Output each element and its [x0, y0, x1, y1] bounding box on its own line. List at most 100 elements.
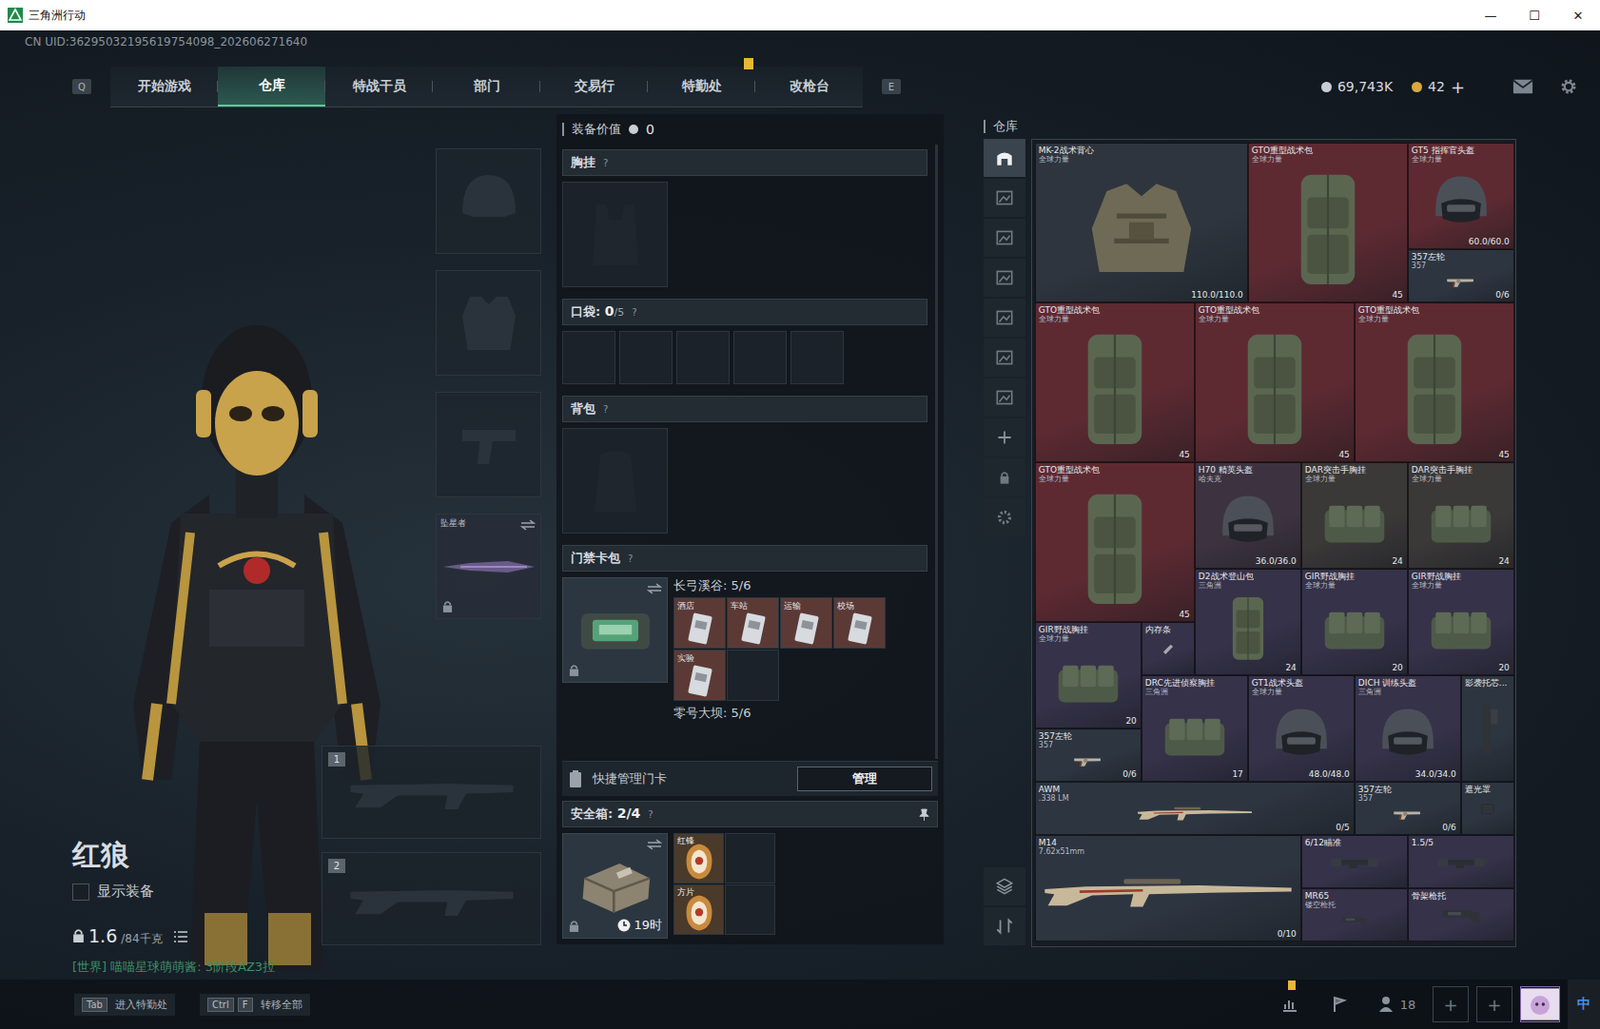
safebox-item[interactable]: 方片 — [673, 884, 724, 936]
warehouse-item[interactable]: GIR野战胸挂全球力量20 — [1301, 568, 1408, 676]
warehouse-tab[interactable] — [983, 298, 1026, 337]
warehouse-item[interactable]: DICH 训练头盔三角洲34.0/34.0 — [1354, 675, 1462, 782]
warehouse-item[interactable]: 357左轮3570/6 — [1407, 249, 1515, 303]
safebox-case[interactable]: 19时 — [562, 833, 668, 939]
warehouse-tab[interactable] — [983, 498, 1026, 537]
list-icon[interactable] — [174, 931, 188, 943]
nav-tab[interactable]: 仓库 — [217, 66, 326, 107]
equipment-slot[interactable] — [435, 148, 542, 254]
warehouse-item[interactable]: M147.62x51mm0/10 — [1034, 835, 1302, 942]
keycard[interactable]: 车站 — [726, 597, 780, 649]
window-control-button[interactable]: — — [1468, 0, 1513, 31]
keycard[interactable] — [726, 649, 780, 702]
warehouse-item[interactable]: MR65镂空枪托 — [1301, 888, 1408, 942]
weapon-slot[interactable]: 2 — [321, 852, 542, 946]
window-control-button[interactable]: ☐ — [1512, 0, 1557, 31]
backpack-slot[interactable] — [562, 428, 668, 534]
equipment-slot[interactable] — [435, 270, 542, 376]
sort-button[interactable] — [983, 907, 1026, 946]
sort-icon — [994, 916, 1015, 937]
add-party-slot[interactable]: + — [1476, 986, 1513, 1023]
warehouse-tab[interactable] — [983, 138, 1026, 177]
pocket-slot[interactable] — [619, 331, 673, 385]
warehouse-item[interactable]: GIR野战胸挂全球力量20 — [1407, 568, 1515, 676]
keycard[interactable]: 运输 — [780, 597, 833, 649]
warehouse-tab[interactable] — [983, 458, 1026, 497]
warehouse-tab[interactable] — [983, 338, 1026, 377]
show-equipment-toggle[interactable]: 显示装备 — [72, 882, 275, 901]
warehouse-item[interactable]: 遮光罩 — [1461, 781, 1515, 836]
warehouse-tab[interactable] — [983, 218, 1026, 257]
warehouse-tab[interactable] — [983, 378, 1026, 417]
warehouse-tab[interactable] — [983, 178, 1026, 217]
safebox-item[interactable] — [724, 884, 776, 936]
weapon-slot[interactable]: 1 — [321, 745, 542, 840]
nav-prev-key[interactable]: Q — [72, 78, 92, 95]
warehouse-item[interactable]: DAR突击手胸挂全球力量24 — [1301, 462, 1408, 569]
keycard[interactable]: 校场 — [833, 597, 886, 649]
nav-tab[interactable]: 特勤处 — [647, 66, 756, 107]
warehouse-item[interactable]: GTO重型战术包全球力量45 — [1194, 302, 1355, 463]
nav-tab[interactable]: 交易行 — [540, 66, 648, 107]
chest-rig-slot[interactable] — [562, 181, 668, 288]
key-hint[interactable]: CtrlF转移全部 — [199, 994, 311, 1016]
warehouse-item[interactable]: 357左轮3570/6 — [1034, 728, 1142, 782]
nav-tab[interactable]: 特战干员 — [325, 66, 433, 107]
warehouse-item[interactable]: 6/12瞄准 — [1301, 835, 1408, 889]
pocket-slot[interactable] — [790, 331, 844, 385]
add-party-slot[interactable]: + — [1432, 986, 1469, 1023]
manage-button[interactable]: 管理 — [797, 766, 933, 792]
warehouse-item[interactable]: GTO重型战术包全球力量45 — [1354, 302, 1515, 463]
swap-icon[interactable] — [646, 583, 663, 595]
pocket-slot[interactable] — [562, 331, 616, 385]
warehouse-item[interactable]: 357左轮3570/6 — [1354, 781, 1462, 836]
player-avatar[interactable] — [1520, 986, 1561, 1023]
stats-button[interactable] — [1268, 988, 1311, 1021]
ime-indicator[interactable]: 中 — [1577, 995, 1591, 1014]
warehouse-item[interactable]: DRC先进侦察胸挂三角洲17 — [1141, 675, 1249, 782]
key-hint[interactable]: Tab进入特勤处 — [74, 994, 176, 1016]
swap-icon[interactable] — [520, 519, 536, 531]
flag-button[interactable] — [1318, 988, 1361, 1021]
friends-button[interactable]: 18 — [1367, 988, 1425, 1021]
stack-button[interactable] — [983, 867, 1026, 906]
warehouse-item[interactable]: GIR野战胸挂全球力量20 — [1034, 622, 1142, 729]
equipment-slot[interactable]: 坠星者 — [435, 513, 542, 620]
warehouse-item[interactable]: GTO重型战术包全球力量45 — [1034, 462, 1195, 623]
warehouse-tab[interactable] — [983, 418, 1026, 457]
warehouse-item[interactable]: GTO重型战术包全球力量45 — [1034, 302, 1195, 463]
nav-tab[interactable]: 部门 — [432, 66, 541, 107]
keycard[interactable]: 实验 — [673, 649, 726, 702]
stock-icon — [1408, 900, 1514, 941]
settings-gear-icon[interactable] — [1558, 77, 1580, 97]
add-currency-button[interactable]: + — [1450, 77, 1465, 98]
keycard[interactable]: 酒店 — [673, 597, 726, 649]
nav-tab[interactable]: 开始游戏 — [110, 66, 218, 107]
safebox-item[interactable]: 红锋 — [673, 833, 724, 884]
warehouse-item[interactable]: MK-2战术背心全球力量110.0/110.0 — [1034, 142, 1249, 303]
warehouse-item[interactable]: AWM.338 LM0/5 — [1034, 781, 1355, 836]
swap-icon[interactable] — [646, 839, 663, 851]
warehouse-item[interactable]: GTO重型战术包全球力量45 — [1248, 142, 1408, 303]
warehouse-item[interactable]: H70 精英头盔哈夫克36.0/36.0 — [1194, 462, 1302, 569]
keycard-case[interactable] — [562, 577, 668, 683]
warehouse-tab[interactable] — [983, 258, 1026, 297]
pocket-slot[interactable] — [733, 331, 787, 385]
warehouse-item[interactable]: D2战术登山包三角洲24 — [1194, 568, 1302, 676]
equipment-slot[interactable] — [435, 391, 542, 498]
window-control-button[interactable]: ✕ — [1556, 0, 1600, 31]
pin-icon[interactable] — [918, 808, 930, 821]
checkbox[interactable] — [72, 883, 90, 901]
warehouse-item[interactable]: GT5 指挥官头盔全球力量60.0/60.0 — [1407, 142, 1515, 250]
warehouse-item[interactable]: 影袭托芯... — [1461, 675, 1515, 782]
warehouse-item[interactable]: 骨架枪托 — [1407, 888, 1515, 942]
warehouse-item[interactable]: 1.5/5 — [1407, 835, 1515, 889]
warehouse-item[interactable]: 内存条 — [1141, 622, 1195, 676]
warehouse-item[interactable]: DAR突击手胸挂全球力量24 — [1407, 462, 1515, 569]
pocket-slot[interactable] — [676, 331, 730, 385]
nav-tab[interactable]: 改枪台 — [755, 66, 863, 107]
mail-icon[interactable] — [1512, 77, 1534, 97]
safebox-item[interactable] — [724, 833, 776, 884]
nav-next-key[interactable]: E — [881, 78, 901, 95]
warehouse-item[interactable]: GT1战术头盔全球力量48.0/48.0 — [1248, 675, 1355, 782]
